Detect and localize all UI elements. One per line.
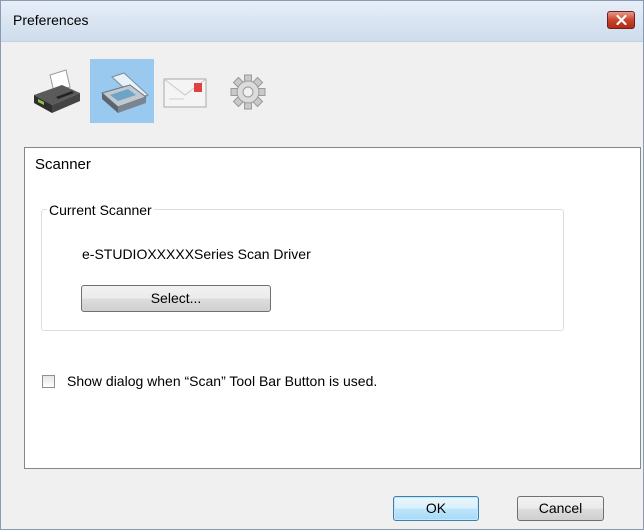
select-scanner-button[interactable]: Select... (81, 285, 271, 312)
tab-settings[interactable] (218, 59, 282, 123)
show-dialog-label[interactable]: Show dialog when “Scan” Tool Bar Button … (67, 373, 377, 389)
email-icon (163, 78, 207, 108)
printer-icon (34, 69, 80, 113)
close-button[interactable] (607, 11, 635, 29)
ok-button[interactable]: OK (393, 496, 479, 521)
current-scanner-legend: Current Scanner (47, 202, 154, 218)
current-scanner-group (41, 209, 564, 331)
cancel-button[interactable]: Cancel (517, 496, 604, 521)
preferences-dialog: Preferences Scanner Current Scanner e-ST… (0, 0, 644, 530)
scanner-panel: Scanner Current Scanner e-STUDIOXXXXXSer… (24, 147, 641, 469)
category-toolbar (1, 42, 643, 132)
scanner-icon (100, 72, 149, 113)
tab-printer[interactable] (26, 59, 90, 123)
title-bar[interactable]: Preferences (1, 1, 643, 42)
close-icon (616, 15, 627, 25)
tab-scanner[interactable] (90, 59, 154, 123)
show-dialog-checkbox[interactable] (42, 375, 55, 388)
panel-title: Scanner (35, 156, 91, 173)
gear-icon (230, 74, 266, 110)
dialog-title: Preferences (13, 12, 89, 28)
scanner-driver-name: e-STUDIOXXXXXSeries Scan Driver (82, 246, 311, 262)
tab-email[interactable] (154, 59, 218, 123)
